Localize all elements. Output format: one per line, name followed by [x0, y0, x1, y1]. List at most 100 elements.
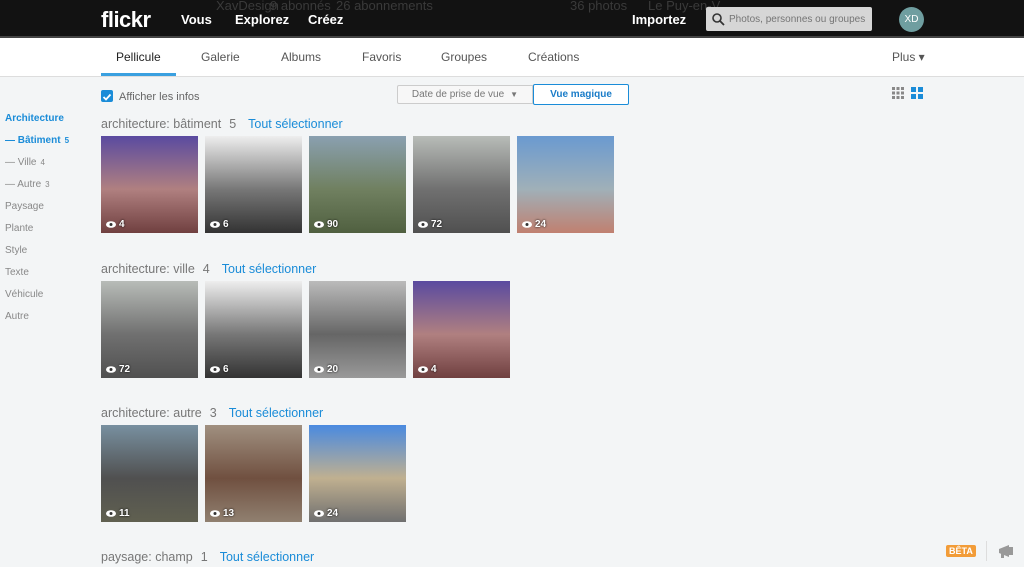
photo-thumbnail[interactable]: 90 — [309, 136, 406, 233]
photo-thumbnail[interactable]: 4 — [413, 281, 510, 378]
magic-view-button[interactable]: Vue magique — [533, 84, 629, 105]
sidebar-item[interactable]: Plante — [5, 223, 33, 234]
sidebar-item-label: Plante — [5, 223, 34, 234]
sidebar-item-label: Paysage — [5, 201, 44, 212]
view-count-value: 90 — [327, 219, 339, 230]
view-count-value: 13 — [223, 508, 235, 519]
view-count-value: 24 — [327, 508, 339, 519]
avatar[interactable]: XD — [899, 7, 924, 32]
group-count: 5 — [229, 117, 237, 131]
eye-icon — [522, 221, 532, 228]
view-count-value: 4 — [119, 219, 125, 230]
sidebar-item-label: Texte — [5, 267, 29, 278]
view-count: 24 — [314, 508, 338, 519]
view-count: 72 — [106, 364, 130, 375]
view-count-value: 24 — [535, 219, 547, 230]
search-input[interactable] — [729, 13, 869, 25]
eye-icon — [210, 510, 220, 517]
view-count-value: 20 — [327, 364, 339, 375]
tab-creations[interactable]: Créations — [528, 50, 579, 64]
more-menu[interactable]: Plus ▾ — [892, 50, 925, 64]
search-box[interactable] — [706, 7, 872, 31]
group-count: 3 — [209, 406, 217, 420]
photo-thumbnail[interactable]: 72 — [413, 136, 510, 233]
sidebar-item[interactable]: Véhicule — [5, 289, 43, 300]
divider — [986, 541, 987, 561]
beta-badge: BÊTA — [946, 545, 976, 557]
sidebar-item[interactable]: — Autre 3 — [5, 179, 50, 190]
group-header: paysage: champ 1 Tout sélectionner — [101, 550, 314, 564]
nav-create[interactable]: Créez — [308, 12, 343, 27]
photo-thumbnail[interactable]: 6 — [205, 281, 302, 378]
active-tab-indicator — [101, 73, 176, 76]
flickr-logo[interactable]: flickr — [101, 7, 151, 33]
tab-groupes[interactable]: Groupes — [441, 50, 487, 64]
show-info-checkbox[interactable] — [101, 90, 113, 102]
view-count: 6 — [210, 219, 229, 230]
eye-icon — [418, 221, 428, 228]
sidebar-item-label: — Ville — [5, 157, 37, 168]
photo-thumbnail[interactable]: 11 — [101, 425, 198, 522]
view-count: 90 — [314, 219, 338, 230]
sidebar-item[interactable]: Paysage — [5, 201, 44, 212]
sidebar-item-label: Véhicule — [5, 289, 44, 300]
view-count: 13 — [210, 508, 234, 519]
view-count-value: 72 — [431, 219, 443, 230]
tab-galerie[interactable]: Galerie — [201, 50, 240, 64]
photo-thumbnail[interactable]: 6 — [205, 136, 302, 233]
sort-dropdown[interactable]: Date de prise de vue ▼ — [397, 85, 533, 104]
view-count: 4 — [418, 364, 437, 375]
grid-small-icon[interactable] — [892, 87, 904, 99]
upload-link[interactable]: Importez — [632, 12, 686, 27]
sidebar-item-count: 3 — [45, 180, 50, 189]
photo-thumbnail[interactable]: 13 — [205, 425, 302, 522]
search-icon — [712, 12, 725, 26]
group-header: architecture: autre 3 Tout sélectionner — [101, 406, 323, 420]
grid-large-icon[interactable] — [911, 87, 923, 99]
nav-you[interactable]: Vous — [181, 12, 212, 27]
tab-pellicule[interactable]: Pellicule — [116, 50, 161, 64]
cover-text: 36 photos — [570, 0, 628, 13]
eye-icon — [314, 221, 324, 228]
eye-icon — [210, 221, 220, 228]
select-all-link[interactable]: Tout sélectionner — [222, 262, 317, 276]
eye-icon — [418, 366, 428, 373]
sidebar-item[interactable]: Architecture — [5, 113, 64, 124]
group-header: architecture: bâtiment 5 Tout sélectionner — [101, 117, 343, 131]
nav-explore[interactable]: Explorez — [235, 12, 289, 27]
caret-down-icon: ▼ — [510, 90, 519, 99]
sidebar-item[interactable]: — Bâtiment 5 — [5, 135, 69, 146]
select-all-link[interactable]: Tout sélectionner — [220, 550, 315, 564]
view-count: 24 — [522, 219, 546, 230]
megaphone-icon[interactable] — [997, 543, 1017, 559]
view-count: 20 — [314, 364, 338, 375]
select-all-link[interactable]: Tout sélectionner — [229, 406, 324, 420]
sidebar-item[interactable]: — Ville 4 — [5, 157, 45, 168]
photo-thumbnail[interactable]: 4 — [101, 136, 198, 233]
sidebar-item[interactable]: Style — [5, 245, 27, 256]
photo-thumbnail[interactable]: 24 — [517, 136, 614, 233]
sidebar-item-label: Autre — [5, 311, 29, 322]
group-count: 1 — [200, 550, 208, 564]
sort-label: Date de prise de vue — [411, 89, 505, 100]
tab-albums[interactable]: Albums — [281, 50, 321, 64]
view-count-value: 6 — [223, 364, 229, 375]
sidebar-item-count: 4 — [40, 158, 45, 167]
photo-thumbnail[interactable]: 20 — [309, 281, 406, 378]
sidebar-item[interactable]: Autre — [5, 311, 29, 322]
sidebar-item[interactable]: Texte — [5, 267, 29, 278]
eye-icon — [106, 221, 116, 228]
sidebar-item-label: — Bâtiment — [5, 135, 61, 146]
eye-icon — [210, 366, 220, 373]
photo-thumbnail[interactable]: 24 — [309, 425, 406, 522]
view-count: 6 — [210, 364, 229, 375]
tab-favoris[interactable]: Favoris — [362, 50, 401, 64]
sidebar-item-count: 5 — [64, 136, 70, 145]
group-header: architecture: ville 4 Tout sélectionner — [101, 262, 316, 276]
group-title: architecture: autre — [101, 406, 202, 420]
photo-thumbnail[interactable]: 72 — [101, 281, 198, 378]
select-all-link[interactable]: Tout sélectionner — [248, 117, 343, 131]
view-count-value: 4 — [431, 364, 437, 375]
show-info-label[interactable]: Afficher les infos — [119, 91, 200, 103]
sidebar-item-label: Architecture — [5, 113, 64, 124]
